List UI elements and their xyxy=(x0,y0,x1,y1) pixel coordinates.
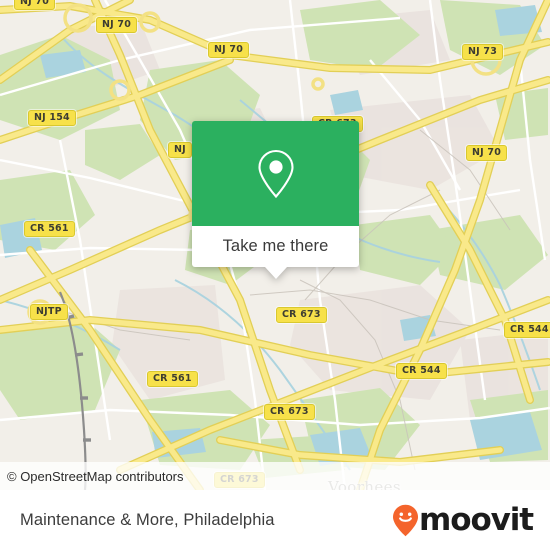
road-shield: CR 544 xyxy=(504,322,550,338)
road-shield: NJ 70 xyxy=(466,145,508,161)
moovit-place-card-screen: NJ 70 NJ 70 NJ 73 NJ 70 NJ 154 NJ 70 NJ CR 673 C… xyxy=(0,0,550,550)
road-shield: CR 673 xyxy=(264,404,315,420)
road-shield: CR 544 xyxy=(396,363,447,379)
road-shield: NJ xyxy=(168,142,192,158)
callout-tail-pointer xyxy=(264,267,287,279)
road-shield: NJ 70 xyxy=(208,42,250,58)
road-shield: NJ 154 xyxy=(28,110,76,126)
map-pin-icon xyxy=(257,149,294,198)
take-me-there-label: Take me there xyxy=(222,237,329,255)
road-shield: CR 673 xyxy=(276,307,327,323)
road-shield: NJ 70 xyxy=(14,0,56,10)
place-title: Maintenance & More, Philadelphia xyxy=(20,510,275,529)
moovit-logo[interactable]: moovit xyxy=(392,501,534,538)
road-shield: NJTP xyxy=(30,304,68,320)
openstreetmap-attribution[interactable]: © OpenStreetMap contributors xyxy=(0,469,184,484)
map-attribution-bar: © OpenStreetMap contributors xyxy=(0,462,550,490)
footer-bar: Maintenance & More, Philadelphia moovit xyxy=(0,490,550,550)
road-shield: CR 561 xyxy=(147,371,198,387)
callout-image-area xyxy=(192,121,359,226)
road-shield: NJ 70 xyxy=(96,17,138,33)
road-shield: NJ 73 xyxy=(462,44,504,60)
road-shield: CR 561 xyxy=(24,221,75,237)
moovit-smiley-pin-icon xyxy=(393,504,419,536)
moovit-wordmark: moovit xyxy=(419,501,534,538)
place-callout-card[interactable]: Take me there xyxy=(192,121,359,279)
callout-action-area[interactable]: Take me there xyxy=(192,226,359,267)
map-viewport[interactable]: NJ 70 NJ 70 NJ 73 NJ 70 NJ 154 NJ 70 NJ CR 673 C… xyxy=(0,0,550,490)
